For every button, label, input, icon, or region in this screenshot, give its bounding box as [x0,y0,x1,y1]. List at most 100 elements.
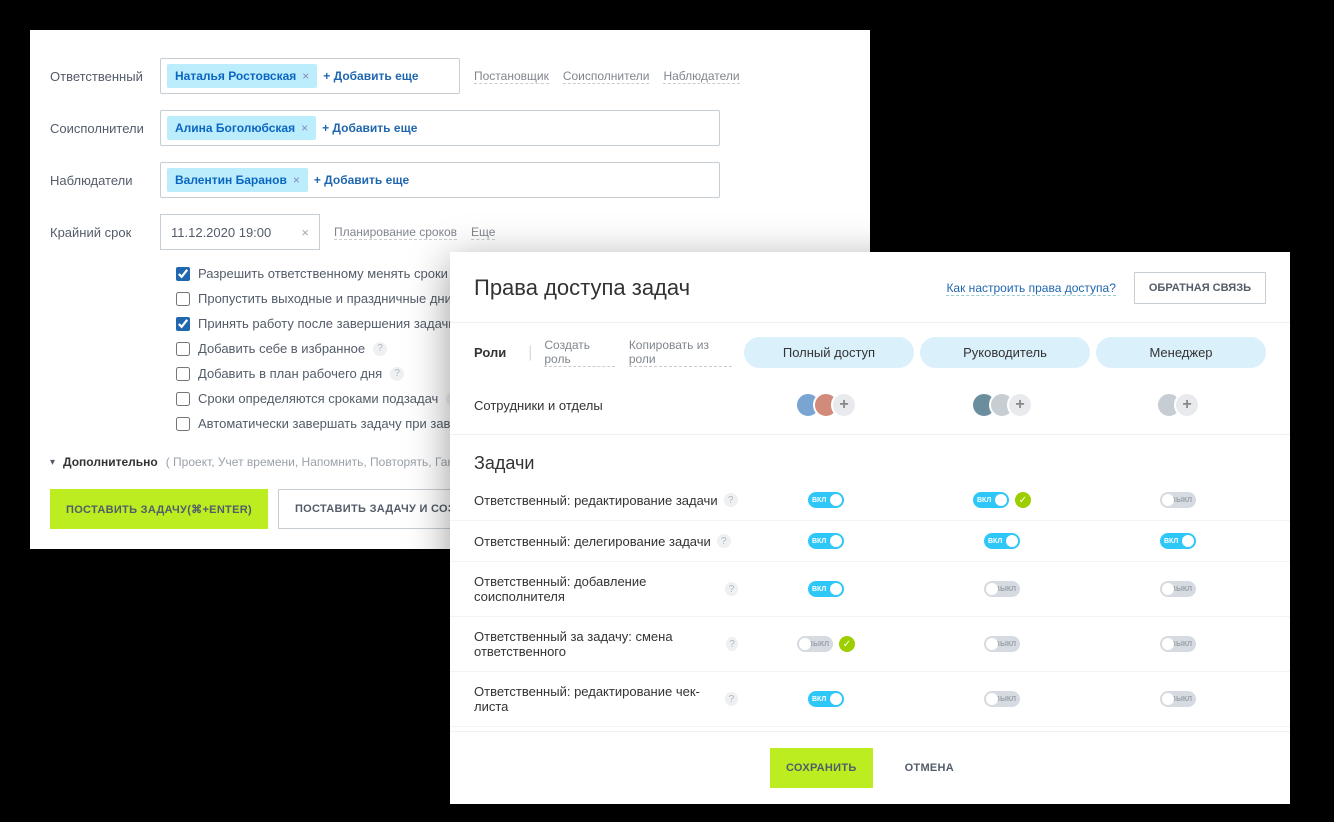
option-checkbox[interactable] [176,417,190,431]
role-pill[interactable]: Руководитель [920,337,1090,368]
permission-name: Ответственный: делегирование задачи [474,534,711,549]
permission-toggle[interactable]: ВКЛ [808,492,844,508]
permissions-header: Права доступа задач Как настроить права … [450,252,1290,323]
deadline-links: Планирование сроков Еще [334,225,495,240]
responsible-input[interactable]: Наталья Ростовская× + Добавить еще [160,58,460,94]
permission-name: Ответственный за задачу: смена ответстве… [474,629,720,659]
help-icon[interactable]: ? [725,692,738,706]
create-role-link[interactable]: Создать роль [544,338,614,367]
avatar-group[interactable]: + [795,392,857,418]
permissions-footer: СОХРАНИТЬ ОТМЕНА [450,731,1290,804]
permission-row: Ответственный: редактирование чек-листа?… [450,672,1290,727]
add-more-link[interactable]: + Добавить еще [323,69,418,83]
add-user-icon[interactable]: + [831,392,857,418]
add-more-link[interactable]: + Добавить еще [314,173,409,187]
permission-toggle[interactable]: ВКЛ [808,691,844,707]
permission-toggle[interactable]: ВКЛ [1160,533,1196,549]
permission-name: Ответственный: добавление соисполнителя [474,574,719,604]
help-icon[interactable]: ? [390,367,404,381]
permission-toggle[interactable]: ВЫКЛ [984,636,1020,652]
roles-row: Роли | Создать роль Копировать из роли П… [450,323,1290,382]
copy-role-link[interactable]: Копировать из роли [629,338,732,367]
permission-toggle[interactable]: ВКЛ [808,581,844,597]
coexec-chip[interactable]: Алина Боголюбская× [167,116,316,140]
remove-icon[interactable]: × [293,173,300,187]
responsible-row: Ответственный Наталья Ростовская× + Доба… [50,58,850,94]
permission-name: Ответственный: редактирование задачи [474,493,718,508]
employees-row: Сотрудники и отделы + + + [450,382,1290,435]
deadline-label: Крайний срок [50,225,160,240]
coexec-input[interactable]: Алина Боголюбская× + Добавить еще [160,110,720,146]
link-planning[interactable]: Планирование сроков [334,225,457,240]
check-icon: ✓ [839,636,855,652]
option-label: Принять работу после завершения задачи [198,316,456,331]
help-link[interactable]: Как настроить права доступа? [946,281,1115,296]
coexec-label: Соисполнители [50,121,160,136]
option-checkbox[interactable] [176,367,190,381]
permission-toggle[interactable]: ВЫКЛ [1160,581,1196,597]
permissions-table: Ответственный: редактирование задачи? ВК… [450,480,1290,731]
link-creator[interactable]: Постановщик [474,69,549,84]
add-more-link[interactable]: + Добавить еще [322,121,417,135]
observers-input[interactable]: Валентин Баранов× + Добавить еще [160,162,720,198]
role-pill[interactable]: Полный доступ [744,337,914,368]
permission-name: Ответственный: редактирование чек-листа [474,684,719,714]
avatar-group[interactable]: + [971,392,1033,418]
role-quick-links: Постановщик Соисполнители Наблюдатели [474,69,740,84]
permission-row: Ответственный: добавление соисполнителя?… [450,562,1290,617]
remove-icon[interactable]: × [302,69,309,83]
role-pill[interactable]: Менеджер [1096,337,1266,368]
option-checkbox[interactable] [176,342,190,356]
permission-row: Ответственный: редактирование задачи? ВК… [450,480,1290,521]
submit-button[interactable]: ПОСТАВИТЬ ЗАДАЧУ(⌘+ENTER) [50,489,268,529]
observers-label: Наблюдатели [50,173,160,188]
permission-toggle[interactable]: ВЫКЛ [1160,492,1196,508]
observers-row: Наблюдатели Валентин Баранов× + Добавить… [50,162,850,198]
section-tasks-title: Задачи [450,435,1290,480]
feedback-button[interactable]: ОБРАТНАЯ СВЯЗЬ [1134,272,1266,304]
help-icon[interactable]: ? [725,582,738,596]
check-icon: ✓ [1015,492,1031,508]
option-checkbox[interactable] [176,317,190,331]
employees-label: Сотрудники и отделы [474,398,603,413]
chevron-down-icon: ▾ [50,457,55,468]
roles-label: Роли [474,345,506,360]
permission-row: Ответственный: делегирование задачи? ВКЛ… [450,521,1290,562]
option-label: Добавить себе в избранное [198,341,365,356]
permission-toggle[interactable]: ВКЛ [973,492,1009,508]
permission-toggle[interactable]: ВКЛ [808,533,844,549]
option-label: Сроки определяются сроками подзадач [198,391,438,406]
permission-toggle[interactable]: ВЫКЛ [797,636,833,652]
save-button[interactable]: СОХРАНИТЬ [770,748,873,788]
help-icon[interactable]: ? [717,534,731,548]
option-checkbox[interactable] [176,292,190,306]
responsible-chip[interactable]: Наталья Ростовская× [167,64,317,88]
clear-icon[interactable]: × [301,225,309,240]
add-user-icon[interactable]: + [1007,392,1033,418]
option-label: Добавить в план рабочего дня [198,366,382,381]
avatar-group[interactable]: + [1156,392,1200,418]
perm-cancel-button[interactable]: ОТМЕНА [889,748,970,788]
link-observers[interactable]: Наблюдатели [663,69,739,84]
responsible-label: Ответственный [50,69,160,84]
link-coexec[interactable]: Соисполнители [563,69,650,84]
help-icon[interactable]: ? [726,637,738,651]
deadline-row: Крайний срок 11.12.2020 19:00 × Планиров… [50,214,850,250]
link-more[interactable]: Еще [471,225,495,240]
option-checkbox[interactable] [176,267,190,281]
help-icon[interactable]: ? [373,342,387,356]
permissions-title: Права доступа задач [474,275,690,301]
permissions-panel: Права доступа задач Как настроить права … [450,252,1290,804]
permission-toggle[interactable]: ВЫКЛ [1160,636,1196,652]
coexec-row: Соисполнители Алина Боголюбская× + Добав… [50,110,850,146]
permission-toggle[interactable]: ВЫКЛ [984,691,1020,707]
help-icon[interactable]: ? [724,493,738,507]
permission-toggle[interactable]: ВКЛ [984,533,1020,549]
observer-chip[interactable]: Валентин Баранов× [167,168,308,192]
remove-icon[interactable]: × [301,121,308,135]
permission-toggle[interactable]: ВЫКЛ [1160,691,1196,707]
add-user-icon[interactable]: + [1174,392,1200,418]
permission-toggle[interactable]: ВЫКЛ [984,581,1020,597]
option-checkbox[interactable] [176,392,190,406]
deadline-input[interactable]: 11.12.2020 19:00 × [160,214,320,250]
